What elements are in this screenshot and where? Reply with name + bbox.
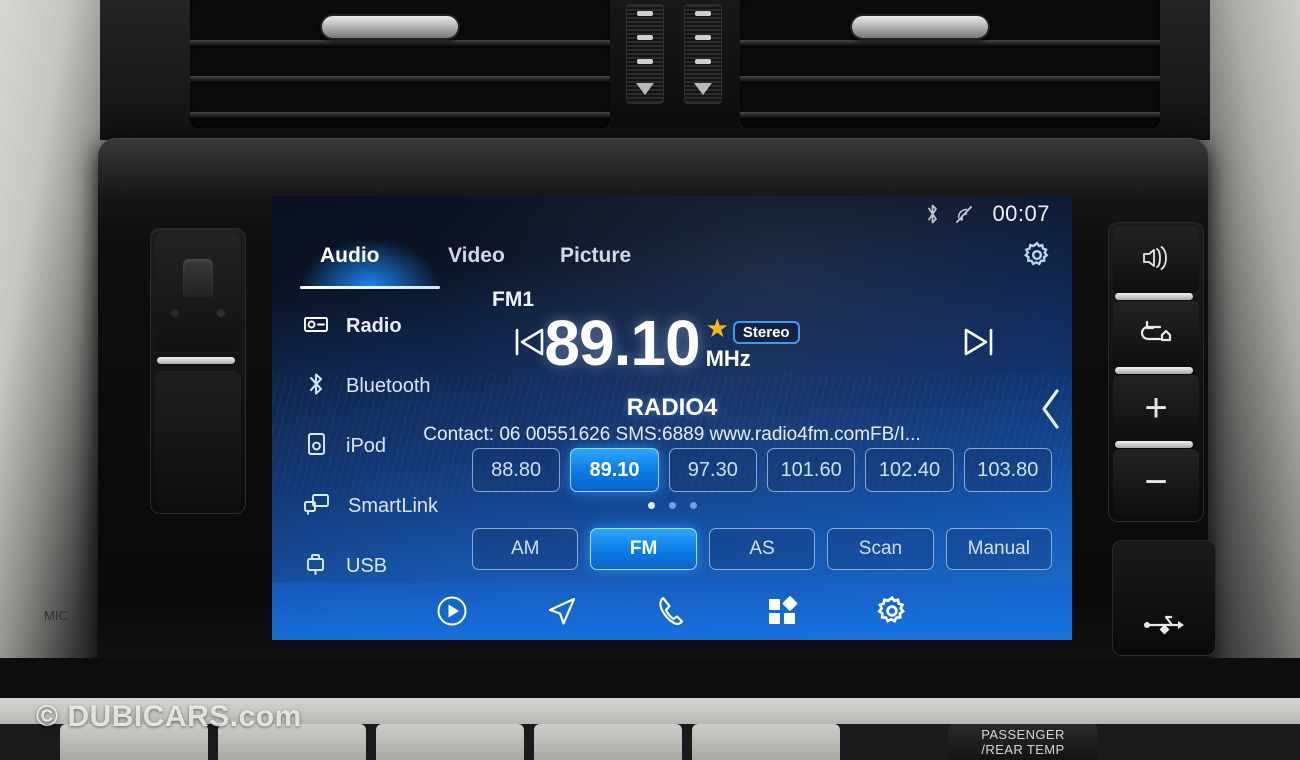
tab-picture[interactable]: Picture	[560, 244, 631, 268]
preset-button[interactable]: 102.40	[865, 448, 954, 492]
apps-icon[interactable]	[765, 594, 799, 628]
right-hardware-button-column: + −	[1108, 222, 1204, 522]
preset-button[interactable]: 97.30	[668, 448, 757, 492]
mode-button-scan[interactable]: Scan	[827, 528, 934, 570]
hvac-label-line2: /REAR TEMP	[981, 741, 1065, 757]
watermark: © DUBICARS.com	[36, 700, 302, 733]
vent-louver-tab[interactable]	[320, 14, 460, 40]
star-icon: ★	[705, 312, 729, 343]
tab-bar: Audio Video Picture	[272, 238, 1072, 289]
frequency-unit: MHz	[705, 345, 751, 371]
clock-time: 00:07	[992, 201, 1050, 226]
mode-button-am[interactable]: AM	[472, 528, 579, 570]
navigation-icon[interactable]	[545, 594, 579, 628]
settings-icon[interactable]	[875, 594, 909, 628]
hvac-button[interactable]	[692, 724, 840, 760]
gear-icon[interactable]	[1022, 240, 1052, 275]
media-icon[interactable]	[435, 594, 469, 628]
vent-slider-left[interactable]	[626, 4, 664, 104]
page-dot[interactable]	[647, 502, 655, 509]
infotainment-photo: 00:07 Audio Video Picture Radio Bluetoot…	[0, 0, 1300, 760]
preset-button-active[interactable]: 89.10	[570, 448, 659, 492]
vent-center-sliders	[610, 0, 740, 128]
back-home-button[interactable]	[1113, 301, 1199, 367]
preset-list: 88.80 89.10 97.30 101.60 102.40 103.80	[472, 448, 1052, 492]
hvac-label-line1: PASSENGER	[981, 727, 1065, 742]
infotainment-screen[interactable]: 00:07 Audio Video Picture Radio Bluetoot…	[272, 196, 1072, 640]
bottom-nav-bar	[272, 582, 1072, 640]
sound-muted-icon	[954, 203, 978, 225]
back-home-icon	[1138, 317, 1174, 352]
page-dot[interactable]	[689, 502, 697, 509]
sidebar-label-usb: USB	[346, 554, 388, 577]
mode-button-manual[interactable]: Manual	[945, 528, 1053, 570]
preset-button[interactable]: 101.60	[766, 448, 856, 492]
voice-command-button[interactable]	[1113, 227, 1199, 293]
panel-emblem-icon	[183, 259, 213, 297]
hvac-button[interactable]	[534, 724, 682, 760]
page-dot[interactable]	[668, 502, 676, 509]
mode-button-fm[interactable]: FM	[590, 528, 697, 570]
left-button-panel[interactable]	[150, 228, 246, 514]
vent-louver-tab-right[interactable]	[850, 14, 990, 40]
active-tab-underline	[300, 286, 440, 289]
mode-button-as[interactable]: AS	[708, 528, 816, 570]
chevron-left-icon[interactable]	[1038, 386, 1064, 437]
voice-icon	[1139, 243, 1173, 278]
vent-slider-right[interactable]	[684, 4, 722, 104]
frequency-value: 89.10	[544, 307, 700, 379]
frequency-display: 89.10 ★ Stereo MHz	[272, 306, 1072, 380]
tab-audio[interactable]: Audio	[320, 244, 379, 268]
passenger-rear-temp-label: PASSENGER /REAR TEMP	[948, 724, 1098, 760]
air-vent-left	[190, 0, 610, 128]
dash-lower-black	[0, 658, 1300, 698]
volume-up-button[interactable]: +	[1113, 375, 1199, 441]
rds-text: Contact: 06 00551626 SMS:6889 www.radio4…	[423, 424, 921, 445]
hvac-button[interactable]	[376, 724, 524, 760]
status-bar: 00:07	[925, 196, 1072, 232]
preset-button[interactable]: 103.80	[963, 448, 1052, 492]
preset-button[interactable]: 88.80	[472, 448, 561, 492]
usb-icon	[1142, 608, 1186, 641]
station-name: RADIO4	[626, 394, 718, 421]
usb-port[interactable]	[1112, 540, 1216, 656]
volume-down-button[interactable]: −	[1113, 449, 1199, 515]
usb-icon	[302, 551, 330, 582]
page-indicator	[272, 502, 1072, 509]
tab-video[interactable]: Video	[448, 244, 505, 268]
mode-button-row: AM FM AS Scan Manual	[472, 528, 1053, 570]
bluetooth-icon	[925, 203, 940, 225]
air-vent-right	[740, 0, 1160, 128]
phone-icon[interactable]	[655, 594, 689, 628]
mic-label: MIC	[44, 608, 68, 623]
stereo-badge: Stereo	[732, 320, 800, 344]
